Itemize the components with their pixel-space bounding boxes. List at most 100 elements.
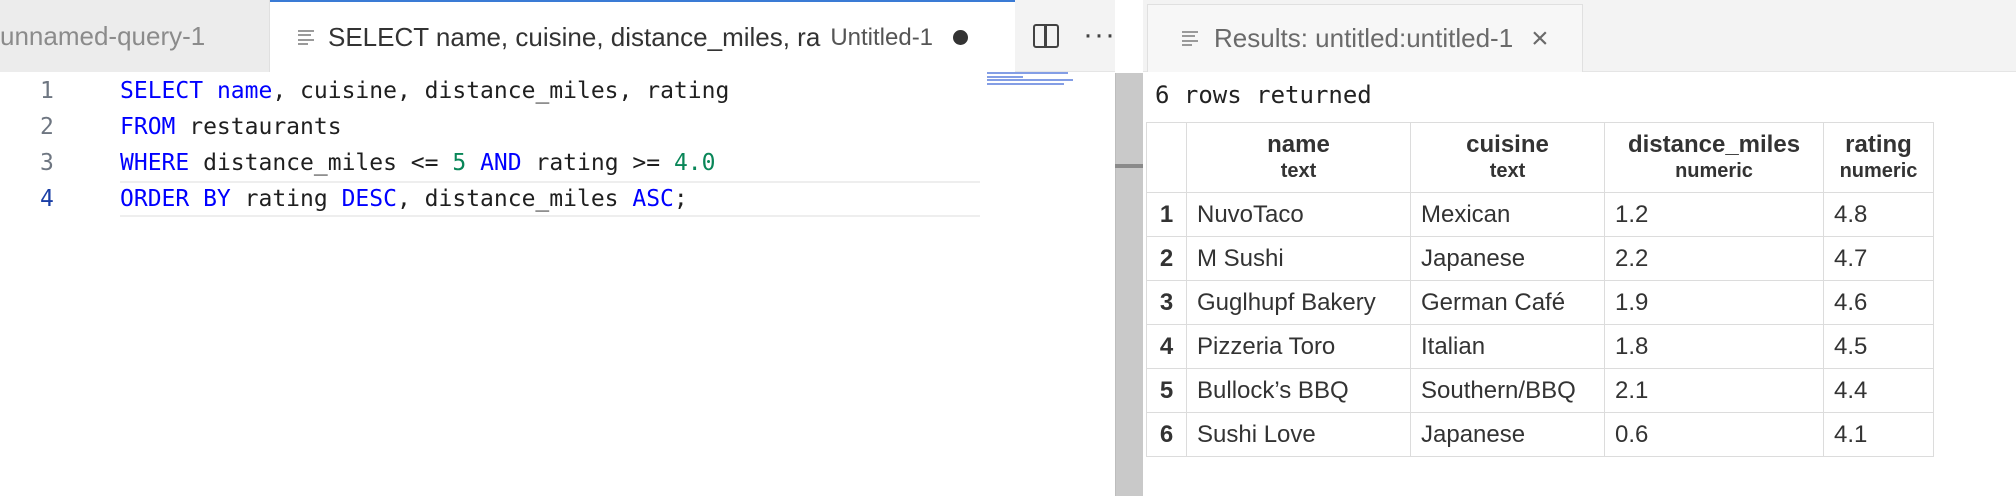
code-editor[interactable]: 1 SELECT name, cuisine, distance_miles, r… (0, 73, 1115, 496)
sql-text: restaurants (175, 114, 342, 140)
column-name: distance_miles (1627, 130, 1801, 158)
tab-title: unnamed-query-1 (0, 20, 206, 51)
line-number: 2 (40, 114, 54, 140)
table-row[interactable]: 5 Bullock’s BBQ Southern/BBQ 2.1 4.4 (1146, 368, 1934, 413)
tab-untitled-1[interactable]: SELECT name, cuisine, distance_miles, ra… (270, 0, 1015, 73)
column-name: cuisine (1466, 130, 1549, 158)
sql-number: 5 (452, 150, 467, 176)
sql-text: ; (673, 186, 688, 212)
results-table: name text cuisine text distance_miles numeric… (1146, 122, 1934, 457)
sql-keyword: WHERE (120, 150, 190, 176)
column-type: text (1280, 159, 1317, 182)
table-row[interactable]: 6 Sushi Love Japanese 0.6 4.1 (1146, 412, 1934, 457)
table-cell[interactable]: 4.4 (1823, 368, 1934, 413)
scrollbar-cursor-marker (1115, 164, 1143, 168)
table-cell[interactable]: M Sushi (1186, 236, 1411, 281)
code-line[interactable]: 3 WHERE distance_miles <= 5 AND rating >=… (0, 145, 980, 181)
code-text: SELECT name, cuisine, distance_miles, ra… (120, 73, 729, 109)
table-cell[interactable]: 1.8 (1604, 324, 1824, 369)
sql-text: rating >= (521, 150, 674, 176)
table-cell[interactable]: Mexican (1410, 192, 1605, 237)
code-line[interactable]: 4 ORDER BY rating DESC, distance_miles AS… (0, 181, 980, 217)
minimap[interactable] (987, 72, 1077, 86)
row-number: 6 (1146, 412, 1187, 457)
tab-title: SELECT name, cuisine, distance_miles, ra (328, 22, 821, 52)
sql-text: , distance_miles (396, 186, 633, 212)
tab-description: Untitled-1 (830, 23, 934, 51)
table-cell[interactable]: Bullock’s BBQ (1186, 368, 1411, 413)
sql-keyword: AND (480, 150, 522, 176)
sql-text: rating (230, 186, 342, 212)
sql-keyword: ASC (632, 186, 674, 212)
column-type: text (1489, 159, 1526, 182)
line-number: 4 (40, 186, 54, 212)
code-text: FROM restaurants (120, 109, 342, 145)
table-cell[interactable]: 4.5 (1823, 324, 1934, 369)
row-number-header (1146, 122, 1187, 193)
column-header[interactable]: distance_miles numeric (1604, 122, 1824, 193)
table-cell[interactable]: Japanese (1410, 412, 1605, 457)
sql-text: , cuisine, distance_miles, rating (272, 78, 730, 104)
column-header[interactable]: cuisine text (1410, 122, 1605, 193)
file-lines-icon (298, 29, 314, 47)
sql-keyword: DESC (341, 186, 397, 212)
split-editor-icon[interactable] (1033, 24, 1059, 48)
sql-keyword: ORDER BY (120, 186, 231, 212)
code-line[interactable]: 2 FROM restaurants (0, 109, 980, 145)
table-cell[interactable]: Southern/BBQ (1410, 368, 1605, 413)
row-number: 1 (1146, 192, 1187, 237)
sql-text: distance_miles <= (189, 150, 453, 176)
table-cell[interactable]: 1.9 (1604, 280, 1824, 325)
sql-keyword: name (216, 78, 273, 104)
table-cell[interactable]: Japanese (1410, 236, 1605, 281)
code-text: ORDER BY rating DESC, distance_miles ASC… (120, 181, 688, 217)
line-number: 1 (40, 78, 54, 104)
results-header-row: name text cuisine text distance_miles numeric… (1146, 122, 1934, 193)
table-row[interactable]: 1 NuvoTaco Mexican 1.2 4.8 (1146, 192, 1934, 237)
code-line[interactable]: 1 SELECT name, cuisine, distance_miles, r… (0, 73, 980, 109)
row-number: 4 (1146, 324, 1187, 369)
column-type: numeric (1839, 159, 1918, 182)
table-cell[interactable]: 4.1 (1823, 412, 1934, 457)
column-header[interactable]: rating numeric (1823, 122, 1934, 193)
column-name: name (1267, 130, 1330, 158)
table-cell[interactable]: 1.2 (1604, 192, 1824, 237)
rows-returned-message: 6 rows returned (1155, 81, 1372, 109)
sql-keyword: SELECT (120, 78, 204, 104)
table-row[interactable]: 4 Pizzeria Toro Italian 1.8 4.5 (1146, 324, 1934, 369)
tab-unnamed-query-1[interactable]: unnamed-query-1 (0, 0, 270, 72)
row-number: 5 (1146, 368, 1187, 413)
table-cell[interactable]: 4.8 (1823, 192, 1934, 237)
table-row[interactable]: 3 Guglhupf Bakery German Café 1.9 4.6 (1146, 280, 1934, 325)
tab-results[interactable]: Results: untitled:untitled-1 × (1147, 4, 1583, 72)
table-cell[interactable]: 2.2 (1604, 236, 1824, 281)
sql-keyword: FROM (120, 114, 176, 140)
table-cell[interactable]: 2.1 (1604, 368, 1824, 413)
table-cell[interactable]: NuvoTaco (1186, 192, 1411, 237)
column-header[interactable]: name text (1186, 122, 1411, 193)
editor-scrollbar[interactable] (1115, 73, 1143, 496)
table-row[interactable]: 2M Sushi Japanese 2.2 4.7 (1146, 236, 1934, 281)
more-actions-icon[interactable]: ··· (1083, 20, 1116, 50)
line-number: 3 (40, 150, 54, 176)
unsaved-changes-dot-icon[interactable] (953, 30, 969, 45)
column-name: rating (1845, 130, 1912, 158)
file-lines-icon (1182, 30, 1198, 48)
sql-number: 4.0 (673, 150, 716, 176)
table-cell[interactable]: Italian (1410, 324, 1605, 369)
column-type: numeric (1675, 159, 1753, 182)
table-cell[interactable]: 4.7 (1823, 236, 1934, 281)
results-tab-title: Results: untitled:untitled-1 (1214, 23, 1514, 53)
table-cell[interactable]: 4.6 (1823, 280, 1934, 325)
table-cell[interactable]: German Café (1410, 280, 1605, 325)
code-text: WHERE distance_miles <= 5 AND rating >= … (120, 145, 716, 181)
table-cell[interactable]: 0.6 (1604, 412, 1824, 457)
table-cell[interactable]: Sushi Love (1186, 412, 1411, 457)
row-number: 3 (1146, 280, 1187, 325)
editor-tab-bar: unnamed-query-1 SELECT name, cuisine, di… (0, 0, 1116, 73)
table-cell[interactable]: Guglhupf Bakery (1186, 280, 1411, 325)
table-cell[interactable]: Pizzeria Toro (1186, 324, 1411, 369)
close-icon[interactable]: × (1531, 23, 1549, 54)
